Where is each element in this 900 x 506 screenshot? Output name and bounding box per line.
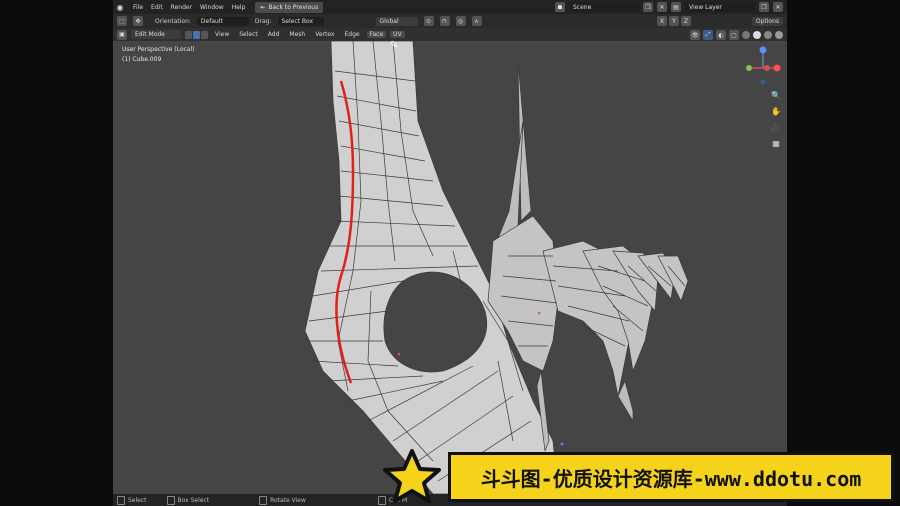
material-shading-icon[interactable] (764, 31, 772, 39)
status-select: Select (117, 495, 147, 505)
face-select-icon[interactable] (201, 30, 208, 39)
mouse-middle-icon (259, 495, 268, 505)
menu-mesh[interactable]: Mesh (286, 31, 308, 38)
edge-select-icon[interactable] (193, 30, 200, 39)
z-axis-icon (759, 46, 767, 54)
watermark-banner: 斗斗图-优质设计资源库-www.ddotu.com (448, 452, 894, 502)
scene-field[interactable]: Scene (569, 2, 639, 12)
watermark-text: 斗斗图-优质设计资源库-www.ddotu.com (480, 466, 862, 491)
proportional-edit-icon[interactable]: ◎ (455, 16, 466, 26)
mouse-drag-icon (166, 495, 175, 505)
menu-file[interactable]: File (129, 4, 147, 11)
mouse-left-icon (117, 495, 125, 505)
mirror-axes: X Y Z (657, 16, 691, 26)
vertex-dot (537, 311, 541, 315)
back-to-previous-button[interactable]: ⇤ Back to Previous (255, 1, 324, 13)
grid-view-icon[interactable]: ▦ (770, 138, 782, 150)
camera-icon[interactable]: 🎥 (770, 122, 782, 134)
back-label: Back to Previous (268, 3, 319, 11)
mesh-viewport[interactable] (113, 41, 787, 494)
vertex-select-icon[interactable] (185, 30, 192, 39)
gizmo-icon[interactable]: ⤢ (703, 30, 713, 40)
drag-value: Select Box (281, 17, 314, 25)
wireframe-shading-icon[interactable] (742, 31, 750, 39)
tool-header: ⬚ ✥ Orientation: Default Drag: Select Bo… (113, 14, 787, 28)
vertex-dot (560, 442, 564, 446)
editor-type-icon[interactable]: ▣ (117, 29, 127, 40)
close-scene-icon[interactable]: ✕ (657, 2, 667, 12)
orientation-value: Default (200, 17, 223, 25)
menu-vertex[interactable]: Vertex (312, 31, 337, 38)
pan-hand-icon[interactable]: ✋ (770, 106, 782, 118)
select-mode-toggle (185, 30, 208, 39)
mirror-z-button[interactable]: Z (681, 16, 691, 26)
blender-window: ◉ File Edit Render Window Help ⇤ Back to… (113, 0, 787, 506)
view-layer-name: View Layer (689, 3, 722, 11)
drag-label: Drag: (254, 17, 272, 25)
menu-select[interactable]: Select (236, 31, 261, 38)
menu-face[interactable]: Face (366, 31, 387, 38)
vertex-dot (397, 352, 401, 356)
visibility-icon[interactable]: 👁 (690, 30, 700, 40)
viewport-header: ▣ Edit Mode View Select Add Mesh Vertex … (113, 28, 787, 41)
menu-edge[interactable]: Edge (341, 31, 362, 38)
mirror-y-button[interactable]: Y (669, 16, 679, 26)
options-dropdown[interactable]: Options (751, 16, 783, 26)
scene-icon[interactable]: ☗ (555, 2, 565, 12)
scene-name: Scene (573, 3, 592, 11)
mode-dropdown[interactable]: Edit Mode (131, 30, 181, 39)
status-box-select: Box Select (166, 495, 209, 505)
options-label: Options (755, 17, 779, 25)
xray-icon[interactable]: ▢ (729, 30, 739, 40)
orientation-label: Orientation: (155, 17, 191, 25)
mirror-x-button[interactable]: X (657, 16, 667, 26)
overlay-icon[interactable]: ◐ (716, 30, 726, 40)
transform-orientation-value: Global (379, 17, 399, 25)
blender-logo-icon[interactable]: ◉ (113, 3, 127, 12)
mouse-cursor-icon: ✎ (390, 40, 399, 51)
star-icon (383, 449, 441, 503)
menu-edit[interactable]: Edit (147, 4, 167, 11)
x-axis-icon (773, 64, 781, 72)
top-menu-bar: ◉ File Edit Render Window Help ⇤ Back to… (113, 0, 787, 14)
main-menu: File Edit Render Window Help (129, 4, 249, 11)
mode-label: Edit Mode (135, 31, 165, 38)
menu-render[interactable]: Render (167, 4, 196, 11)
menu-add[interactable]: Add (265, 31, 283, 38)
menu-view[interactable]: View (212, 31, 232, 38)
select-tool-icon[interactable]: ⬚ (117, 16, 127, 26)
view-layer-icon[interactable]: ▤ (671, 2, 681, 12)
view-layer-field[interactable]: View Layer (685, 2, 755, 12)
transform-pivot-icon[interactable]: ✥ (133, 16, 143, 26)
top-right-controls: ☗ Scene ❐ ✕ ▤ View Layer ❐ ✕ (555, 2, 783, 12)
snap-icon[interactable]: ⊓ (439, 16, 450, 26)
menu-uv[interactable]: UV (390, 31, 405, 38)
menu-window[interactable]: Window (196, 4, 228, 11)
navigation-gizmo[interactable] (741, 44, 785, 88)
pivot-point-icon[interactable]: ⊙ (423, 16, 434, 26)
drag-dropdown[interactable]: Select Box (277, 16, 324, 26)
copy-scene-icon[interactable]: ❐ (643, 2, 653, 12)
menu-help[interactable]: Help (228, 4, 250, 11)
viewport-shading-controls: 👁 ⤢ ◐ ▢ (690, 30, 783, 40)
copy-view-layer-icon[interactable]: ❐ (759, 2, 769, 12)
render-shading-icon[interactable] (775, 31, 783, 39)
orientation-dropdown[interactable]: Default (196, 16, 249, 26)
zoom-icon[interactable]: 🔍 (770, 90, 782, 102)
solid-shading-icon[interactable] (753, 31, 761, 39)
transform-orientation-dropdown[interactable]: Global (375, 16, 418, 26)
back-icon: ⇤ (260, 3, 266, 11)
falloff-icon[interactable]: ∧ (471, 16, 482, 26)
status-rotate-view: Rotate View (259, 495, 306, 505)
close-view-layer-icon[interactable]: ✕ (773, 2, 783, 12)
